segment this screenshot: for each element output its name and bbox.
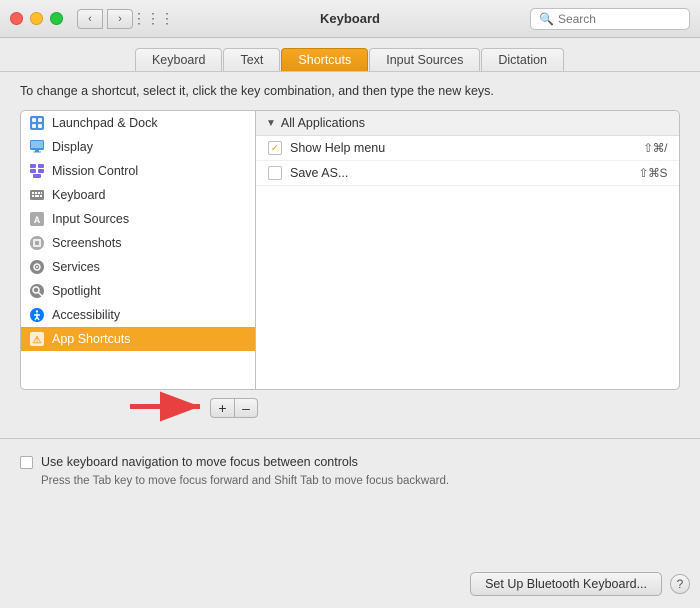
chevron-icon: ▼ bbox=[266, 118, 276, 129]
sidebar-label-launchpad: Launchpad & Dock bbox=[52, 116, 158, 130]
tab-shortcuts[interactable]: Shortcuts bbox=[281, 48, 368, 71]
sidebar-label-input: Input Sources bbox=[52, 212, 129, 226]
checkbox-area-save-as bbox=[268, 166, 290, 180]
bottom-section: Use keyboard navigation to move focus be… bbox=[0, 439, 700, 499]
remove-button[interactable]: – bbox=[234, 398, 258, 418]
sidebar-item-mission[interactable]: Mission Control bbox=[21, 159, 255, 183]
sidebar-item-launchpad[interactable]: Launchpad & Dock bbox=[21, 111, 255, 135]
sidebar-label-spotlight: Spotlight bbox=[52, 284, 101, 298]
svg-text:⚠: ⚠ bbox=[33, 335, 42, 346]
shortcut-name-save-as: Save AS... bbox=[290, 166, 638, 180]
app-grid-button[interactable]: ⋮⋮⋮ bbox=[141, 9, 165, 29]
traffic-lights bbox=[10, 12, 63, 25]
sidebar-item-display[interactable]: Display bbox=[21, 135, 255, 159]
tab-input-sources[interactable]: Input Sources bbox=[369, 48, 480, 71]
sidebar-item-screenshots[interactable]: Screenshots bbox=[21, 231, 255, 255]
search-input[interactable] bbox=[558, 12, 681, 26]
main-content: To change a shortcut, select it, click t… bbox=[0, 72, 700, 438]
svg-text:A: A bbox=[34, 215, 41, 225]
shortcut-row-save-as[interactable]: Save AS... ⇧⌘S bbox=[256, 161, 679, 186]
tab-text[interactable]: Text bbox=[223, 48, 280, 71]
checkbox-show-help[interactable]: ✓ bbox=[268, 141, 282, 155]
minimize-button[interactable] bbox=[30, 12, 43, 25]
bluetooth-button[interactable]: Set Up Bluetooth Keyboard... bbox=[470, 572, 662, 596]
shortcut-group-header[interactable]: ▼ All Applications bbox=[256, 111, 679, 136]
maximize-button[interactable] bbox=[50, 12, 63, 25]
services-icon bbox=[29, 259, 45, 275]
close-button[interactable] bbox=[10, 12, 23, 25]
titlebar: ‹ › ⋮⋮⋮ Keyboard 🔍 bbox=[0, 0, 700, 38]
shortcut-name-show-help: Show Help menu bbox=[290, 141, 643, 155]
tab-keyboard[interactable]: Keyboard bbox=[135, 48, 223, 71]
spotlight-icon bbox=[29, 283, 45, 299]
sidebar-item-spotlight[interactable]: Spotlight bbox=[21, 279, 255, 303]
instruction-text: To change a shortcut, select it, click t… bbox=[20, 84, 680, 98]
nav-buttons: ‹ › bbox=[77, 9, 133, 29]
keyboard-nav-checkbox-row: Use keyboard navigation to move focus be… bbox=[20, 455, 680, 469]
sidebar-label-accessibility: Accessibility bbox=[52, 308, 120, 322]
keyboard-nav-label: Use keyboard navigation to move focus be… bbox=[41, 455, 358, 469]
accessibility-icon bbox=[29, 307, 45, 323]
window-title: Keyboard bbox=[320, 11, 380, 26]
sidebar-label-keyboard: Keyboard bbox=[52, 188, 106, 202]
keyboard-nav-checkbox[interactable] bbox=[20, 456, 33, 469]
sidebar-label-appshortcuts: App Shortcuts bbox=[52, 332, 131, 346]
mission-icon bbox=[29, 163, 45, 179]
sidebar-item-input[interactable]: A Input Sources bbox=[21, 207, 255, 231]
screenshots-icon bbox=[29, 235, 45, 251]
search-box[interactable]: 🔍 bbox=[530, 8, 690, 30]
shortcut-row-show-help[interactable]: ✓ Show Help menu ⇧⌘/ bbox=[256, 136, 679, 161]
back-button[interactable]: ‹ bbox=[77, 9, 103, 29]
checkbox-area-show-help: ✓ bbox=[268, 141, 290, 155]
sidebar: Launchpad & Dock Display Mission Control bbox=[20, 110, 255, 390]
launchpad-icon bbox=[29, 115, 45, 131]
search-icon: 🔍 bbox=[539, 12, 554, 26]
sidebar-item-keyboard[interactable]: Keyboard bbox=[21, 183, 255, 207]
footer: Set Up Bluetooth Keyboard... ? bbox=[470, 572, 690, 596]
keyboard-icon bbox=[29, 187, 45, 203]
add-remove-row: + – bbox=[20, 390, 680, 426]
sidebar-item-appshortcuts[interactable]: ⚠ App Shortcuts bbox=[21, 327, 255, 351]
sidebar-item-services[interactable]: Services bbox=[21, 255, 255, 279]
group-label: All Applications bbox=[281, 116, 365, 130]
keyboard-nav-hint: Press the Tab key to move focus forward … bbox=[41, 475, 680, 487]
add-button[interactable]: + bbox=[210, 398, 234, 418]
sidebar-label-services: Services bbox=[52, 260, 100, 274]
forward-button[interactable]: › bbox=[107, 9, 133, 29]
display-icon bbox=[29, 139, 45, 155]
sidebar-label-display: Display bbox=[52, 140, 93, 154]
checkbox-save-as[interactable] bbox=[268, 166, 282, 180]
shortcut-panel: ▼ All Applications ✓ Show Help menu ⇧⌘/ … bbox=[255, 110, 680, 390]
sidebar-item-accessibility[interactable]: Accessibility bbox=[21, 303, 255, 327]
shortcut-keys-save-as: ⇧⌘S bbox=[638, 166, 667, 180]
input-icon: A bbox=[29, 211, 45, 227]
help-button[interactable]: ? bbox=[670, 574, 690, 594]
red-arrow bbox=[130, 391, 210, 423]
appshortcuts-icon: ⚠ bbox=[29, 331, 45, 347]
shortcut-keys-show-help: ⇧⌘/ bbox=[643, 141, 667, 155]
tabs-container: Keyboard Text Shortcuts Input Sources Di… bbox=[0, 38, 700, 72]
arrow-container bbox=[130, 391, 210, 426]
tab-dictation[interactable]: Dictation bbox=[481, 48, 564, 71]
sidebar-label-screenshots: Screenshots bbox=[52, 236, 121, 250]
sidebar-label-mission: Mission Control bbox=[52, 164, 138, 178]
panels: Launchpad & Dock Display Mission Control bbox=[20, 110, 680, 390]
